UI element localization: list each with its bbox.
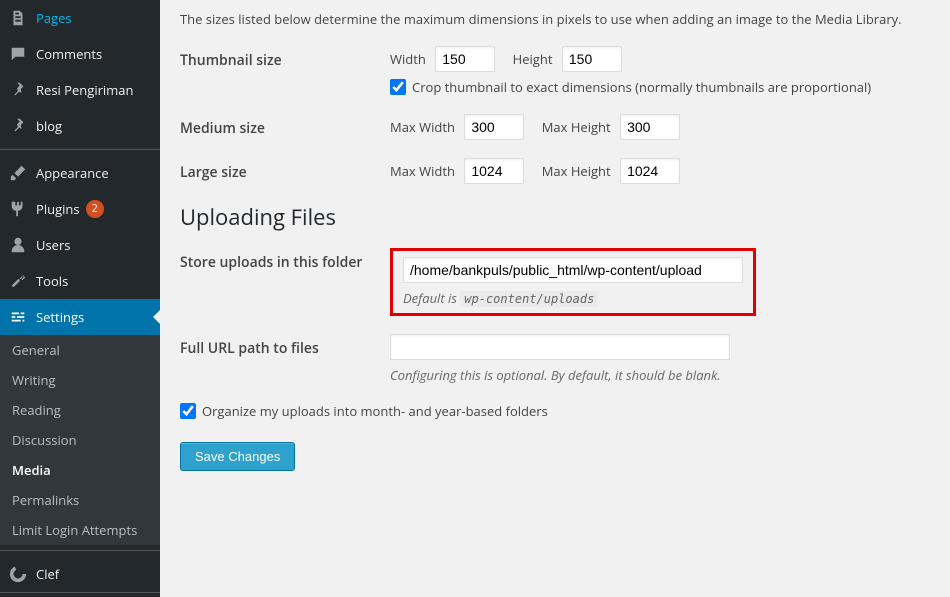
menu-separator [0,550,160,551]
store-label: Store uploads in this folder [180,248,390,272]
sidebar-item-settings[interactable]: Settings [0,299,160,335]
sidebar-item-label: Tools [36,272,68,290]
submenu-writing[interactable]: Writing [0,365,160,395]
comments-icon [8,44,28,64]
medium-maxheight-input[interactable] [620,114,680,140]
brush-icon [8,163,28,183]
medium-label: Medium size [180,114,390,138]
plugins-badge: 2 [86,200,104,218]
sidebar-item-label: blog [36,117,62,135]
large-maxwidth-input[interactable] [464,158,524,184]
settings-submenu: General Writing Reading Discussion Media… [0,335,160,545]
sidebar-item-label: Settings [36,308,84,326]
organize-label: Organize my uploads into month- and year… [202,402,548,420]
sidebar-item-label: Appearance [36,164,109,182]
url-path-row: Full URL path to files Configuring this … [180,334,930,384]
organize-row: Organize my uploads into month- and year… [180,402,930,420]
sidebar-item-tools[interactable]: Tools [0,263,160,299]
default-text: Default is wp-content/uploads [403,289,743,307]
sidebar-item-label: Resi Pengiriman [36,81,133,99]
sidebar-item-label: Pages [36,9,72,27]
highlighted-box: Default is wp-content/uploads [390,248,756,316]
maxheight-label: Max Height [542,162,611,180]
thumbnail-height-input[interactable] [562,46,622,72]
width-label: Width [390,50,426,68]
thumbnail-size-row: Thumbnail size Width Height Crop thumbna… [180,46,930,96]
collapse-menu[interactable]: Collapse menu [0,593,160,597]
sidebar-item-label: Clef [36,565,59,583]
sidebar-item-appearance[interactable]: Appearance [0,155,160,191]
menu-separator [0,149,160,150]
store-uploads-row: Store uploads in this folder Default is … [180,248,930,316]
sidebar-item-clef[interactable]: Clef [0,556,160,592]
maxwidth-label: Max Width [390,162,455,180]
save-changes-button[interactable]: Save Changes [180,442,295,471]
url-path-help: Configuring this is optional. By default… [390,366,930,384]
admin-sidebar: Pages Comments Resi Pengiriman blog Appe… [0,0,160,597]
height-label: Height [513,50,553,68]
submenu-limit-login[interactable]: Limit Login Attempts [0,515,160,545]
plug-icon [8,199,28,219]
upload-path-input[interactable] [403,257,743,283]
wrench-icon [8,271,28,291]
sidebar-item-label: Plugins [36,200,80,218]
media-description: The sizes listed below determine the max… [180,10,930,28]
organize-checkbox[interactable] [180,403,196,419]
submenu-general[interactable]: General [0,335,160,365]
default-code: wp-content/uploads [460,291,598,307]
medium-size-row: Medium size Max Width Max Height [180,114,930,140]
push-pin-icon [8,116,28,136]
url-path-input[interactable] [390,334,730,360]
submenu-permalinks[interactable]: Permalinks [0,485,160,515]
maxheight-label: Max Height [542,118,611,136]
large-maxheight-input[interactable] [620,158,680,184]
medium-maxwidth-input[interactable] [464,114,524,140]
url-path-label: Full URL path to files [180,334,390,358]
sidebar-item-plugins[interactable]: Plugins 2 [0,191,160,227]
maxwidth-label: Max Width [390,118,455,136]
uploading-heading: Uploading Files [180,202,930,232]
main-content: The sizes listed below determine the max… [160,0,950,597]
sidebar-item-label: Comments [36,45,102,63]
user-icon [8,235,28,255]
thumbnail-width-input[interactable] [435,46,495,72]
sidebar-item-comments[interactable]: Comments [0,36,160,72]
crop-label: Crop thumbnail to exact dimensions (norm… [412,78,871,96]
sidebar-item-blog[interactable]: blog [0,108,160,144]
sidebar-item-users[interactable]: Users [0,227,160,263]
sliders-icon [8,307,28,327]
sidebar-item-resi[interactable]: Resi Pengiriman [0,72,160,108]
clef-icon [8,564,28,584]
crop-thumbnail-checkbox[interactable] [390,79,406,95]
thumbnail-label: Thumbnail size [180,46,390,70]
submenu-discussion[interactable]: Discussion [0,425,160,455]
submenu-media[interactable]: Media [0,455,160,485]
large-label: Large size [180,158,390,182]
sidebar-item-pages[interactable]: Pages [0,0,160,36]
large-size-row: Large size Max Width Max Height [180,158,930,184]
submenu-reading[interactable]: Reading [0,395,160,425]
sidebar-item-label: Users [36,236,70,254]
pages-icon [8,8,28,28]
push-pin-icon [8,80,28,100]
